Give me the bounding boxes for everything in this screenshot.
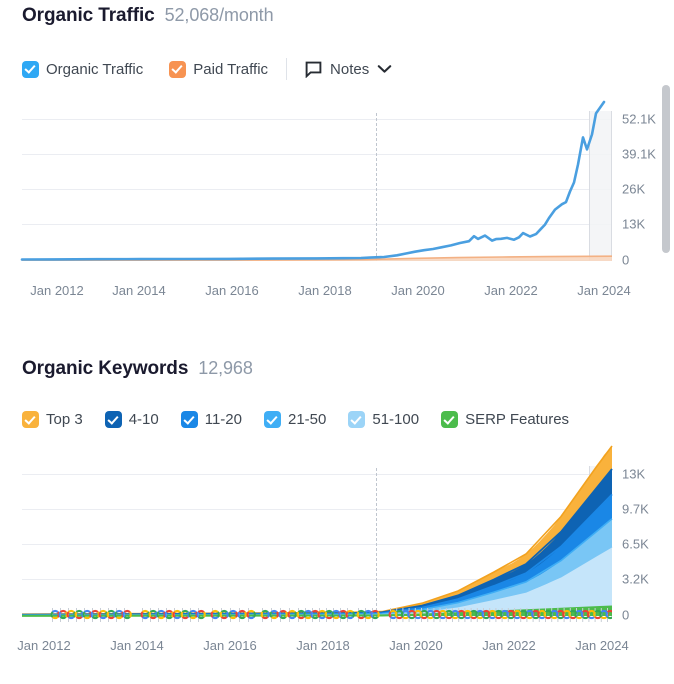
organic-keywords-header: Organic Keywords 12,968 (0, 358, 253, 380)
y-tick: 39.1K (622, 146, 656, 162)
checkbox-paid-traffic[interactable] (169, 60, 187, 78)
traffic-legend: Organic Traffic Paid Traffic Notes (0, 58, 392, 80)
y-tick: 26K (622, 181, 646, 197)
legend-item-4-10[interactable]: 4-10 (104, 411, 159, 428)
organic-traffic-header: Organic Traffic 52,068/month (0, 5, 274, 27)
x-tick: Jan 2024 (577, 283, 631, 298)
y-tick: 52.1K (622, 111, 656, 127)
keywords-plot-area (21, 445, 613, 617)
page-root: Organic Traffic 52,068/month Organic Tra… (0, 0, 674, 684)
x-tick: Jan 2012 (30, 283, 84, 298)
legend-item-organic-traffic[interactable]: Organic Traffic (22, 60, 144, 78)
y-tick: 9.7K (622, 501, 649, 517)
x-tick: Jan 2016 (203, 638, 257, 653)
y-tick: 0 (622, 252, 630, 268)
y-tick: 13K (622, 216, 646, 232)
x-tick: Jan 2020 (389, 638, 443, 653)
legend-label-serp-features: SERP Features (465, 411, 570, 428)
x-tick: Jan 2022 (482, 638, 536, 653)
x-tick: Jan 2014 (110, 638, 164, 653)
legend-label-top-3: Top 3 (46, 411, 83, 428)
legend-item-serp-features[interactable]: SERP Features (441, 411, 569, 428)
legend-item-11-20[interactable]: 11-20 (180, 411, 242, 428)
organic-keywords-title: Organic Keywords (22, 358, 189, 379)
keywords-series-svg (21, 445, 613, 617)
organic-traffic-chart: 52.1K 39.1K 26K 13K 0 Jan 2012 Jan 2014 … (0, 100, 658, 300)
notes-button[interactable]: Notes (305, 61, 392, 78)
legend-label-organic-traffic: Organic Traffic (46, 60, 144, 78)
x-tick: Jan 2018 (296, 638, 350, 653)
y-tick: 0 (622, 607, 630, 623)
scrollbar-thumb[interactable] (662, 85, 670, 253)
report-content: Organic Traffic 52,068/month Organic Tra… (0, 0, 658, 684)
legend-item-paid-traffic[interactable]: Paid Traffic (169, 60, 269, 78)
google-update-marker-strip[interactable] (22, 608, 615, 622)
series-organic-traffic (20, 100, 606, 261)
y-tick: 3.2K (622, 571, 649, 587)
y-tick: 13K (622, 466, 646, 482)
legend-label-51-100: 51-100 (372, 411, 420, 428)
notes-label: Notes (330, 60, 370, 78)
checkbox-51-100[interactable] (348, 411, 366, 428)
x-tick: Jan 2012 (17, 638, 71, 653)
x-tick: Jan 2018 (298, 283, 352, 298)
legend-label-11-20: 11-20 (204, 411, 242, 428)
checkbox-organic-traffic[interactable] (22, 60, 39, 78)
legend-item-top-3[interactable]: Top 3 (22, 411, 83, 428)
x-tick: Jan 2022 (484, 283, 538, 298)
traffic-series-svg (20, 100, 613, 261)
traffic-plot-area (20, 100, 613, 262)
checkbox-4-10[interactable] (104, 411, 122, 428)
vertical-scrollbar[interactable] (658, 0, 674, 684)
x-tick: Jan 2014 (112, 283, 166, 298)
checkbox-top-3[interactable] (22, 411, 39, 428)
organic-traffic-value: 52,068/month (164, 5, 274, 25)
legend-item-51-100[interactable]: 51-100 (348, 411, 419, 428)
x-tick: Jan 2016 (205, 283, 259, 298)
legend-label-21-50: 21-50 (288, 411, 327, 428)
checkbox-21-50[interactable] (264, 411, 281, 428)
legend-label-4-10: 4-10 (128, 411, 159, 428)
y-tick: 6.5K (622, 536, 649, 552)
note-bubble-icon (305, 61, 322, 78)
x-tick: Jan 2020 (391, 283, 445, 298)
x-tick: Jan 2024 (575, 638, 629, 653)
legend-label-paid-traffic: Paid Traffic (193, 60, 269, 78)
organic-keywords-value: 12,968 (198, 358, 253, 378)
legend-item-21-50[interactable]: 21-50 (264, 411, 326, 428)
keywords-legend: Top 3 4-10 11-20 21-50 51-100 SERP Featu… (0, 411, 569, 428)
organic-keywords-chart: 13K 9.7K 6.5K 3.2K 0 Jan 2012 Jan 2014 J… (0, 445, 658, 660)
google-update-markers (22, 608, 615, 622)
checkbox-11-20[interactable] (180, 411, 198, 428)
chevron-down-icon[interactable] (377, 64, 392, 74)
checkbox-serp-features[interactable] (441, 411, 459, 428)
legend-divider (286, 58, 288, 80)
page-title: Organic Traffic (22, 5, 155, 26)
